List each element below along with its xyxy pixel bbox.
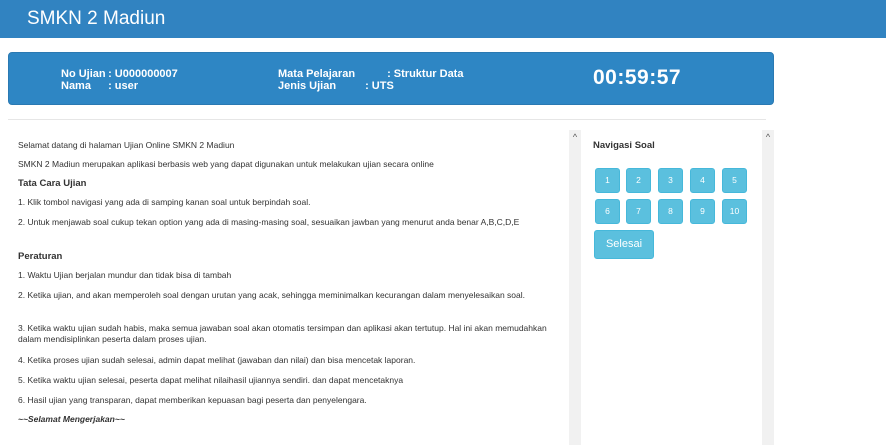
intro-text: SMKN 2 Madiun merupakan aplikasi berbasi…: [18, 159, 434, 169]
tata-cara-item: 1. Klik tombol navigasi yang ada di samp…: [18, 197, 311, 207]
no-ujian-value: : U000000007: [108, 68, 178, 80]
jenis-row: Jenis Ujian : UTS: [278, 80, 394, 92]
question-button-5[interactable]: 5: [722, 168, 747, 193]
nama-row: Nama : user: [61, 80, 138, 92]
question-button-1[interactable]: 1: [595, 168, 620, 193]
scroll-up-icon[interactable]: ^: [762, 132, 774, 142]
no-ujian-label: No Ujian: [61, 68, 106, 80]
peraturan-item: 5. Ketika waktu ujian selesai, peserta d…: [18, 375, 404, 385]
scroll-up-icon[interactable]: ^: [569, 132, 581, 142]
countdown-timer: 00:59:57: [593, 66, 682, 89]
question-button-7[interactable]: 7: [626, 199, 651, 224]
question-navigation-panel: Navigasi Soal 1 2 3 4 5 6 7 8 9 10 Seles…: [582, 130, 762, 445]
jenis-label: Jenis Ujian: [278, 80, 337, 92]
question-button-9[interactable]: 9: [690, 199, 715, 224]
navigation-scrollbar[interactable]: ^: [762, 130, 774, 445]
finish-button[interactable]: Selesai: [594, 230, 654, 259]
nama-label: Nama: [61, 80, 91, 92]
top-navbar: SMKN 2 Madiun: [0, 0, 886, 38]
divider: [8, 119, 766, 120]
tata-cara-heading: Tata Cara Ujian: [18, 178, 87, 189]
mapel-row: Mata Pelajaran : Struktur Data: [278, 68, 463, 80]
navigation-title: Navigasi Soal: [593, 140, 655, 151]
no-ujian-row: No Ujian : U000000007: [61, 68, 178, 80]
nama-value: : user: [108, 80, 139, 92]
question-button-4[interactable]: 4: [690, 168, 715, 193]
question-button-6[interactable]: 6: [595, 199, 620, 224]
welcome-text: Selamat datang di halaman Ujian Online S…: [18, 140, 235, 150]
mapel-label: Mata Pelajaran: [278, 68, 356, 80]
peraturan-item: 4. Ketika proses ujian sudah selesai, ad…: [18, 355, 416, 365]
peraturan-item: 2. Ketika ujian, and akan memperoleh soa…: [18, 290, 526, 300]
peraturan-heading: Peraturan: [18, 251, 63, 262]
mapel-value: : Struktur Data: [387, 68, 464, 80]
jenis-value: : UTS: [365, 80, 394, 92]
instructions-panel: Selamat datang di halaman Ujian Online S…: [8, 130, 568, 445]
question-button-10[interactable]: 10: [722, 199, 747, 224]
peraturan-item: 1. Waktu Ujian berjalan mundur dan tidak…: [18, 270, 232, 280]
question-button-3[interactable]: 3: [658, 168, 683, 193]
question-button-8[interactable]: 8: [658, 199, 683, 224]
peraturan-item: 6. Hasil ujian yang transparan, dapat me…: [18, 395, 367, 405]
closing-text: ~~Selamat Mengerjakan~~: [18, 414, 125, 424]
tata-cara-item: 2. Untuk menjawab soal cukup tekan optio…: [18, 217, 520, 227]
question-button-2[interactable]: 2: [626, 168, 651, 193]
brand-title[interactable]: SMKN 2 Madiun: [27, 8, 165, 30]
peraturan-item: 3. Ketika waktu ujian sudah habis, maka …: [18, 323, 547, 344]
instructions-scrollbar[interactable]: ^: [569, 130, 581, 445]
